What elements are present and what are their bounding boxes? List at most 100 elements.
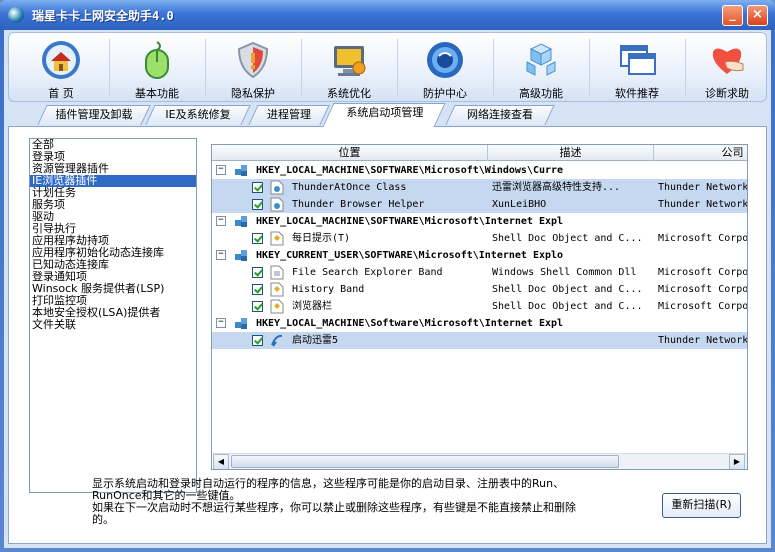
enable-checkbox[interactable] [252, 335, 263, 346]
registry-key-path: HKEY_LOCAL_MACHINE\Software\Microsoft\In… [256, 318, 564, 329]
horizontal-scrollbar[interactable]: ◀ ▶ [213, 453, 747, 469]
item-name: File Search Explorer Band [292, 267, 443, 278]
startup-item-row[interactable]: Thunder Browser Helper XunLeiBHO Thunder… [212, 196, 748, 213]
toolbar-software-label: 软件推荐 [615, 87, 659, 100]
toolbar-separator [301, 39, 302, 95]
toolbar-separator [685, 39, 686, 95]
window-title: 瑞星卡卡上网安全助手4.0 [32, 9, 174, 23]
toolbar-help-button[interactable]: 诊断求助 [687, 33, 767, 101]
tab-plugin-manage[interactable]: 插件管理及卸载 [37, 105, 151, 125]
file-icon [270, 265, 284, 280]
enable-checkbox[interactable] [252, 199, 263, 210]
enable-checkbox[interactable] [252, 267, 263, 278]
registry-group-row[interactable]: − HKEY_CURRENT_USER\SOFTWARE\Microsoft\I… [212, 247, 747, 264]
toolbar-help-label: 诊断求助 [705, 87, 749, 100]
grid-header: 位置 描述 公司 [212, 145, 747, 161]
startup-item-row[interactable]: History Band Shell Doc Object and C... M… [212, 281, 748, 298]
windows-icon [620, 45, 656, 75]
toolbar-software-button[interactable]: 软件推荐 [591, 33, 683, 101]
item-name: 启动迅雷5 [292, 335, 339, 346]
scrollbar-thumb[interactable] [231, 455, 619, 468]
item-description: Shell Doc Object and C... [492, 301, 643, 312]
collapse-toggle-icon[interactable]: − [216, 318, 226, 328]
item-name: 每日提示(T) [292, 233, 351, 244]
toolbar-privacy-button[interactable]: 隐私保护 [207, 33, 299, 101]
toolbar-separator [109, 39, 110, 95]
home-icon [42, 41, 80, 79]
globe-icon [427, 42, 463, 78]
minimize-button[interactable]: _ [722, 5, 743, 26]
collapse-toggle-icon[interactable]: − [216, 165, 226, 175]
tab-label: 网络连接查看 [467, 108, 533, 121]
item-company: Thunder Network [658, 182, 748, 193]
file-icon [270, 197, 284, 212]
file-icon [270, 180, 284, 195]
toolbar-separator [205, 39, 206, 95]
file-icon [270, 282, 284, 297]
rescan-button[interactable]: 重新扫描(R) [662, 493, 741, 518]
item-description: Shell Doc Object and C... [492, 233, 643, 244]
title-bar[interactable]: 瑞星卡卡上网安全助手4.0 _ × [0, 0, 775, 30]
registry-group-row[interactable]: − HKEY_LOCAL_MACHINE\SOFTWARE\Microsoft\… [212, 213, 747, 230]
registry-key-path: HKEY_CURRENT_USER\SOFTWARE\Microsoft\Int… [256, 250, 564, 261]
file-icon [270, 231, 284, 246]
column-header-company[interactable]: 公司 [654, 145, 747, 161]
column-header-description[interactable]: 描述 [488, 145, 654, 161]
enable-checkbox[interactable] [252, 233, 263, 244]
toolbar-optimize-label: 系统优化 [327, 87, 371, 100]
item-company: Microsoft Corpo [658, 284, 748, 295]
cubes-icon [526, 43, 556, 76]
item-company: Microsoft Corpo [658, 233, 748, 244]
enable-checkbox[interactable] [252, 301, 263, 312]
column-header-location[interactable]: 位置 [212, 145, 488, 161]
tab-network-view[interactable]: 网络连接查看 [445, 105, 555, 125]
tab-strip: 插件管理及卸载 IE及系统修复 进程管理 系统启动项管理 网络连接查看 [8, 103, 767, 127]
tab-startup-manage[interactable]: 系统启动项管理 [322, 103, 446, 127]
registry-key-icon [235, 165, 247, 176]
category-item[interactable]: 服务项 [30, 199, 196, 211]
startup-item-row[interactable]: 启动迅雷5 Thunder Network [212, 332, 748, 349]
description-line: 的。 [92, 513, 114, 526]
toolbar-optimize-button[interactable]: 系统优化 [303, 33, 395, 101]
startup-item-row[interactable]: ThunderAtOnce Class 迅雷浏览器高级特性支持... Thund… [212, 179, 748, 196]
app-logo-icon [8, 7, 24, 23]
item-company: Microsoft Corpo [658, 267, 748, 278]
toolbar-advanced-button[interactable]: 高级功能 [495, 33, 587, 101]
toolbar-basic-label: 基本功能 [135, 87, 179, 100]
category-list[interactable]: 全部 登录项 资源管理器插件 IE浏览器插件 计划任务 服务项 驱动 引导执行 … [29, 138, 197, 493]
toolbar-protect-button[interactable]: 防护中心 [399, 33, 491, 101]
info-description: 显示系统启动和登录时自动运行的程序的信息，这些程序可能是你的启动目录、注册表中的… [92, 478, 612, 526]
close-button[interactable]: × [747, 5, 768, 26]
scroll-right-icon[interactable]: ▶ [729, 454, 745, 469]
file-icon [270, 299, 284, 314]
startup-item-row[interactable]: File Search Explorer Band Windows Shell … [212, 264, 748, 281]
tab-process-manage[interactable]: 进程管理 [248, 105, 330, 125]
tab-label: 插件管理及卸载 [55, 108, 133, 121]
registry-group-row[interactable]: − HKEY_LOCAL_MACHINE\Software\Microsoft\… [212, 315, 747, 332]
toolbar-basic-button[interactable]: 基本功能 [111, 33, 203, 101]
item-name: 浏览器栏 [292, 301, 332, 312]
collapse-toggle-icon[interactable]: − [216, 216, 226, 226]
scroll-left-icon[interactable]: ◀ [213, 454, 229, 469]
startup-item-row[interactable]: 浏览器栏 Shell Doc Object and C... Microsoft… [212, 298, 748, 315]
item-description: XunLeiBHO [492, 199, 547, 210]
grid-rows: − HKEY_LOCAL_MACHINE\SOFTWARE\Microsoft\… [212, 162, 748, 349]
startup-item-row[interactable]: 每日提示(T) Shell Doc Object and C... Micros… [212, 230, 748, 247]
tab-label: 系统启动项管理 [346, 106, 424, 119]
registry-key-icon [235, 250, 247, 261]
toolbar-home-button[interactable]: 首 页 [15, 33, 107, 101]
registry-group-row[interactable]: − HKEY_LOCAL_MACHINE\SOFTWARE\Microsoft\… [212, 162, 747, 179]
item-name: History Band [292, 284, 365, 295]
item-name: ThunderAtOnce Class [292, 182, 407, 193]
item-company: Thunder Network [658, 335, 748, 346]
item-company: Microsoft Corpo [658, 301, 748, 312]
enable-checkbox[interactable] [252, 182, 263, 193]
item-company: Thunder Network [658, 199, 748, 210]
category-item[interactable]: 文件关联 [30, 319, 196, 331]
toolbar-home-label: 首 页 [48, 87, 74, 100]
registry-key-icon [235, 216, 247, 227]
enable-checkbox[interactable] [252, 284, 263, 295]
description-line: 如果在下一次启动时不想运行某些程序，你可以禁止或删除这些程序，有些键是不能直接禁… [92, 501, 576, 514]
tab-ie-repair[interactable]: IE及系统修复 [145, 105, 251, 125]
collapse-toggle-icon[interactable]: − [216, 250, 226, 260]
